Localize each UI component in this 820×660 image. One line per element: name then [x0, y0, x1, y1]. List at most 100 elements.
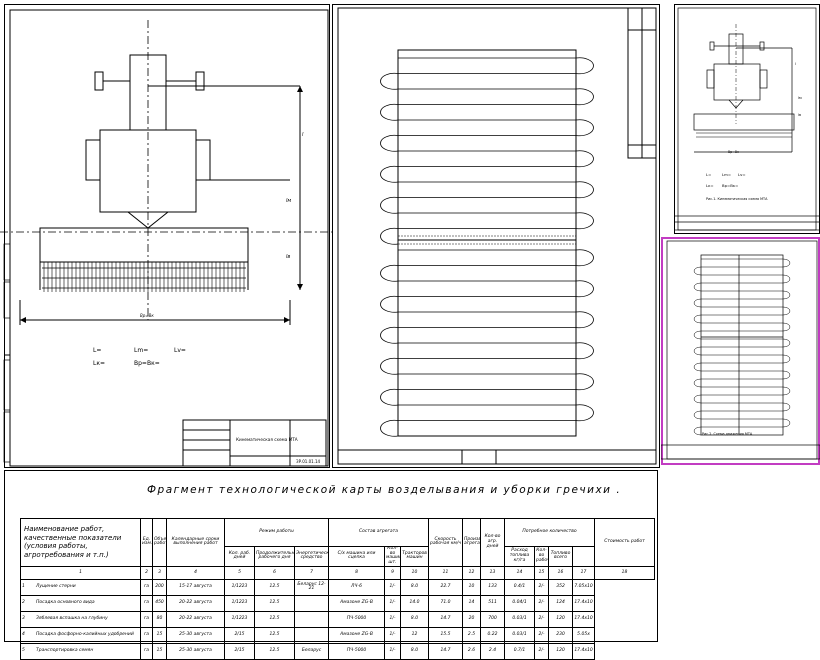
- column-number: 8: [328, 565, 386, 580]
- table-row: 1 Лущение стерни га 200 15-17 августа 1/1223 1…: [20, 578, 655, 596]
- col-header-needs-group: Потребное количество: [504, 518, 596, 547]
- row-number: 4: [22, 632, 25, 638]
- cell-dates: 20-22 августа: [166, 594, 225, 612]
- cell-shift: 2/15: [224, 642, 255, 660]
- cell-speed: 8.0: [400, 642, 430, 660]
- col-header-name: Наименование работ, качественные показат…: [20, 518, 141, 567]
- row-name: Транспортировка семян: [36, 648, 94, 654]
- cell-speed: 8.0: [400, 578, 430, 596]
- cell-count: 1/-: [384, 642, 402, 660]
- cell-fuel-total: 124: [548, 594, 574, 612]
- table-row: 4 Посадка фосфорно-калийных удобрений га 15…: [20, 626, 655, 644]
- cell-days: 2.6: [462, 642, 482, 660]
- cell-hours: 12.5: [254, 610, 295, 628]
- cell-days: 2.5: [462, 626, 482, 644]
- cell-machine: ПЧ-5000: [328, 610, 386, 628]
- cell-tractors: 133: [480, 578, 506, 596]
- cell-unit: га: [140, 626, 153, 644]
- column-number: 17: [572, 565, 596, 580]
- cell-tractors: 0.22: [480, 626, 506, 644]
- cell-unit: га: [140, 578, 153, 596]
- row-number: 5: [22, 648, 25, 654]
- column-number: 15: [534, 565, 550, 580]
- param-Lv: Lv=: [174, 347, 186, 354]
- param-L: L=: [93, 347, 102, 354]
- row-number: 2: [22, 600, 25, 606]
- cell-speed: 8.0: [400, 610, 430, 628]
- col-header-tractors: Тракторов машин: [400, 546, 430, 567]
- table-header-row: Наименование работ, качественные показат…: [20, 518, 656, 567]
- cell-prod: 14.7: [428, 642, 464, 660]
- col-header-fuel: Расход топлива кг/га: [504, 546, 536, 567]
- cell-tractors: 700: [480, 610, 506, 628]
- row-name: Лущение стерни: [36, 584, 76, 590]
- technology-map-table: Наименование работ, качественные показат…: [20, 518, 656, 660]
- table-body: 1 Лущение стерни га 200 15-17 августа 1/1223 1…: [20, 578, 655, 660]
- param-Lk: Lк=: [93, 360, 105, 367]
- column-number: 16: [548, 565, 574, 580]
- thumb-width-label: Вр=Вк: [728, 150, 739, 154]
- cell-fuel-total: 352: [548, 578, 574, 596]
- row-name: Зяблевая вспашка на глубину: [36, 616, 108, 622]
- cell-energy: [293, 594, 330, 612]
- cell-days: 20: [462, 610, 482, 628]
- cell-count: 1/-: [384, 578, 402, 596]
- cell-notes: 7.05х10: [572, 578, 596, 596]
- cell-fuel-total: 120: [548, 610, 574, 628]
- table-column-numbers-row: 1 2 3 4 5 6 7 8 9 10 11 12 13 14 15 16 17 18: [20, 565, 656, 580]
- cell-dates: 25-30 августа: [166, 626, 225, 644]
- table-row: 2 Посадка основного вида га 450 20-22 август…: [20, 594, 655, 612]
- col-header-count: Кол-во машин шт.: [384, 546, 402, 567]
- movement-scheme-thumbnail[interactable]: [661, 237, 820, 465]
- cell-volume: 200: [152, 578, 167, 596]
- cell-unit: га: [140, 610, 153, 628]
- cell-energy: [293, 610, 330, 628]
- cell-dates: 15-17 августа: [166, 578, 225, 596]
- cell-hours: 12.5: [254, 642, 295, 660]
- column-number: 3: [152, 565, 167, 580]
- row-number: 1: [22, 584, 25, 590]
- thumb-param-L: L=: [706, 172, 712, 177]
- cell-energy: Беларус: [293, 642, 330, 660]
- column-number: 10: [400, 565, 430, 580]
- row-number-and-name: 2 Посадка основного вида: [20, 594, 141, 612]
- cell-prod: 71.0: [428, 594, 464, 612]
- column-number: 2: [140, 565, 153, 580]
- cell-volume: 15: [152, 642, 167, 660]
- cell-energy: Беларус 12-21: [293, 578, 330, 596]
- cell-fuel-total: 230: [548, 626, 574, 644]
- cell-hours: 12.5: [254, 578, 295, 596]
- col-header-workers: Кол-во рабочих: [534, 546, 550, 567]
- cell-speed: 14.0: [400, 594, 430, 612]
- col-header-speed: Скорость рабочая км/ч: [428, 518, 464, 567]
- cell-workers: 2/-: [534, 578, 550, 596]
- column-number: 9: [384, 565, 402, 580]
- column-number: 7: [293, 565, 330, 580]
- cell-count: 1/-: [384, 610, 402, 628]
- col-header-notes: Стоимость работ: [594, 518, 656, 567]
- cell-unit: га: [140, 594, 153, 612]
- cell-days: 10: [462, 578, 482, 596]
- cell-prod: 15.5: [428, 626, 464, 644]
- cell-notes: 17.4х10: [572, 642, 596, 660]
- cell-workers: 2/-: [534, 626, 550, 644]
- cell-machine: ПЧ-5000: [328, 642, 386, 660]
- col-header-productivity: Производительность агрегата: [462, 518, 482, 567]
- cell-shift: 2/15: [224, 626, 255, 644]
- cell-hours: 12.5: [254, 594, 295, 612]
- cell-workers: 2/-: [534, 610, 550, 628]
- cell-energy: [293, 626, 330, 644]
- thumb-caption-movement: Рис.2. Схема движения МТА: [702, 432, 753, 436]
- cell-workers: 2/-: [534, 642, 550, 660]
- stamp-code: ЗР.01.01.14: [296, 459, 321, 464]
- cell-shift: 1/1223: [224, 610, 255, 628]
- row-number-and-name: 5 Транспортировка семян: [20, 642, 141, 660]
- column-number: 4: [166, 565, 225, 580]
- cell-count: 1/-: [384, 594, 402, 612]
- cell-days: 14: [462, 594, 482, 612]
- cell-fuel-total: 120: [548, 642, 574, 660]
- cell-notes: 17.4х10: [572, 610, 596, 628]
- thumb-param-Lk: Lк=: [706, 183, 714, 188]
- column-number: 1: [20, 565, 141, 580]
- col-header-unit: Ед. изм.: [140, 518, 153, 567]
